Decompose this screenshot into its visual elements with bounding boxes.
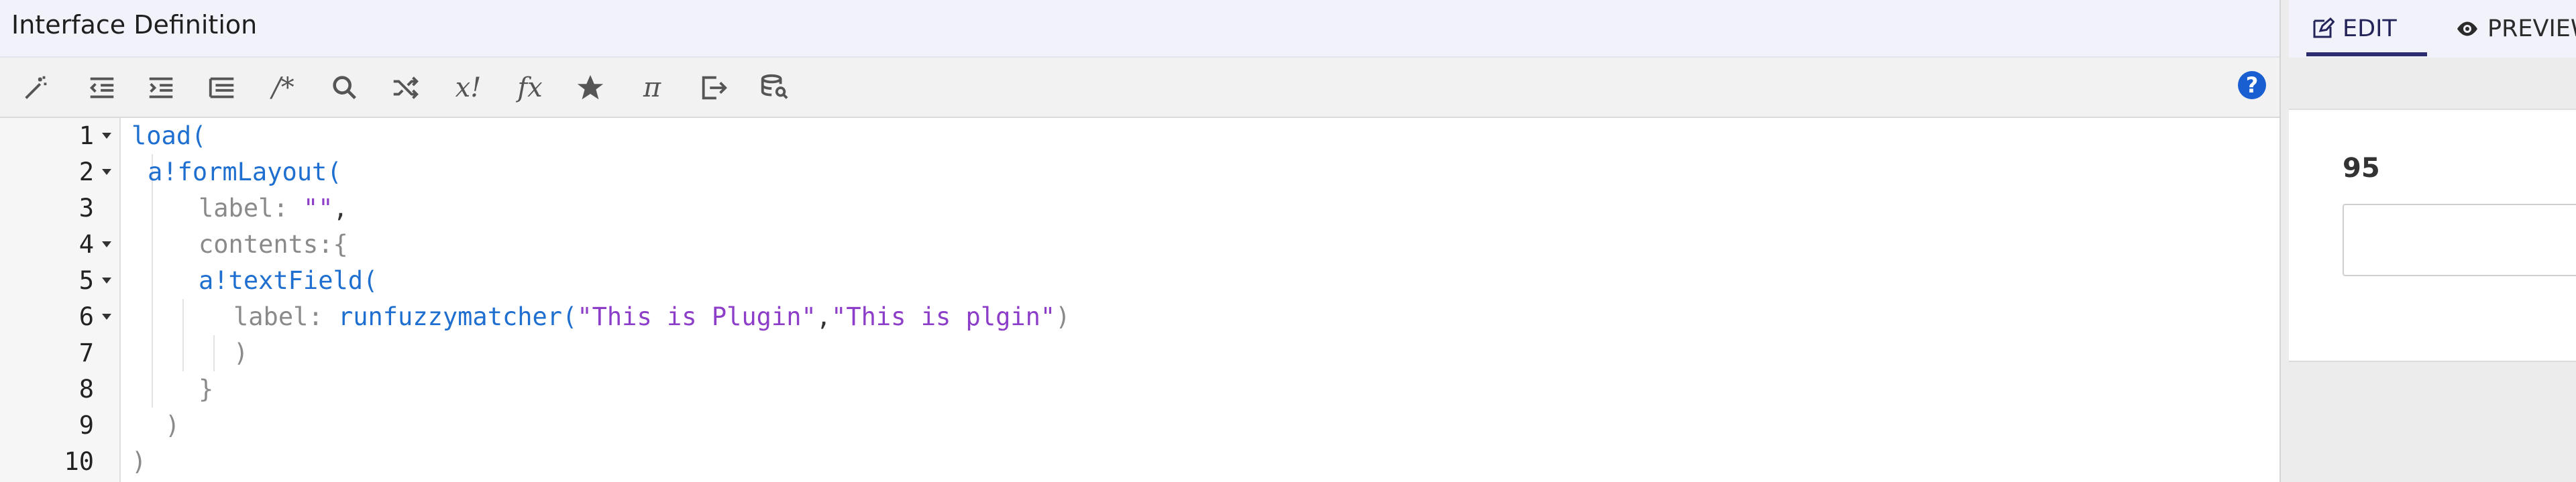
edit-icon (2313, 17, 2334, 38)
export-icon[interactable] (696, 72, 731, 103)
pi-icon[interactable]: π (635, 72, 669, 103)
preview-form-card: 95 (2289, 109, 2576, 362)
line-number: 2 (78, 158, 94, 186)
panel-resize-handle[interactable] (2279, 0, 2289, 482)
code-line-5: a!textField( (199, 266, 378, 295)
outdent-icon[interactable] (85, 72, 119, 103)
indent-guide (182, 299, 184, 371)
line-number: 4 (78, 230, 94, 259)
active-tab-indicator (2306, 52, 2427, 56)
tab-preview[interactable]: PREVIEW (2455, 0, 2576, 58)
code-line-3: label: "", (199, 194, 348, 223)
fold-toggle-icon[interactable] (101, 118, 114, 154)
line-number: 3 (78, 194, 94, 223)
code-line-2: a!formLayout( (148, 158, 342, 186)
fold-toggle-icon[interactable] (101, 263, 114, 299)
fold-toggle-icon[interactable] (101, 154, 114, 190)
code-line-4: contents:{ (199, 230, 348, 259)
tab-edit[interactable]: EDIT (2310, 0, 2397, 58)
eye-icon (2457, 21, 2477, 36)
panel-title: Interface Definition (11, 10, 258, 40)
line-number-gutter: 1 2 3 4 5 6 7 8 9 10 (0, 118, 121, 482)
wand-icon[interactable] (19, 72, 54, 103)
preview-panel: EDIT PREVIEW 95 (2289, 0, 2576, 482)
code-line-7: ) (233, 339, 249, 367)
database-search-icon[interactable] (757, 72, 792, 103)
code-line-6: label: runfuzzymatcher("This is Plugin",… (233, 302, 1071, 331)
preview-tab-bar: EDIT PREVIEW (2289, 0, 2576, 58)
shuffle-icon[interactable] (388, 72, 423, 103)
line-number: 6 (78, 302, 94, 331)
line-number: 8 (78, 375, 94, 404)
indent-guide (152, 154, 153, 408)
fold-toggle-icon[interactable] (101, 299, 114, 335)
line-number: 9 (78, 411, 94, 440)
editor-title-bar: Interface Definition (0, 0, 2279, 58)
comment-icon[interactable]: /* (266, 72, 301, 103)
line-number: 1 (78, 121, 94, 150)
code-line-10: ) (131, 447, 147, 476)
text-field-input[interactable] (2343, 204, 2576, 276)
code-line-8: } (199, 375, 214, 404)
search-icon[interactable] (327, 72, 362, 103)
help-icon[interactable]: ? (2238, 71, 2266, 99)
line-number: 5 (78, 266, 94, 295)
fold-toggle-icon[interactable] (101, 227, 114, 263)
code-line-1: load( (131, 121, 207, 150)
editor-toolbar: /* x! fx π (0, 58, 2279, 118)
code-line-9: ) (165, 411, 180, 440)
function-icon[interactable]: fx (513, 72, 547, 103)
indent-icon[interactable] (144, 72, 178, 103)
code-editor[interactable]: 1 2 3 4 5 6 7 8 9 10 load( a!formLayout(… (0, 118, 2279, 482)
indent-guide (213, 335, 215, 371)
line-number: 7 (78, 339, 94, 367)
list-icon[interactable] (205, 72, 239, 103)
interface-editor-panel: Interface Definition /* x! fx π ? 1 2 3 … (0, 0, 2279, 482)
text-field-label: 95 (2343, 153, 2380, 184)
star-icon[interactable] (573, 72, 608, 103)
line-number: 10 (64, 447, 94, 476)
x-bang-icon[interactable]: x! (451, 72, 486, 103)
